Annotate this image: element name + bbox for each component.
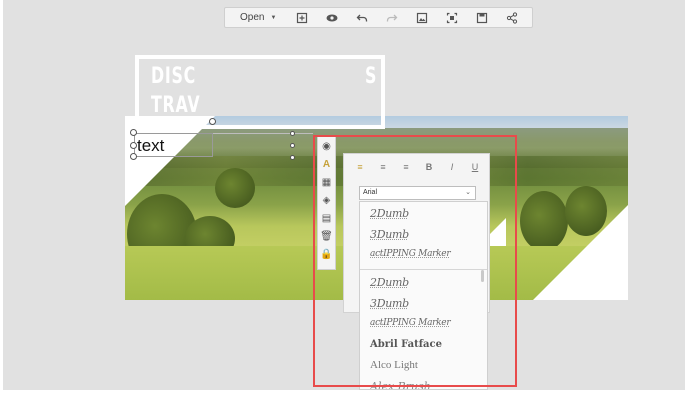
italic-button[interactable]: I (442, 162, 462, 172)
save-button[interactable] (467, 8, 497, 27)
side-tool-panel: ◉ A ▦ ◈ ▤ 🗑 🔒 (317, 136, 336, 270)
trash-icon: 🗑 (320, 230, 333, 242)
top-toolbar: Open ▼ (224, 7, 533, 28)
selection-border (134, 156, 213, 157)
save-icon (476, 12, 488, 23)
white-corner-shape[interactable] (533, 205, 628, 300)
crop-icon (446, 12, 458, 23)
circle-fill-icon: ◉ (322, 140, 331, 152)
format-buttons-row: ≡ ≡ ≡ B I U (350, 159, 485, 175)
title-line-2[interactable]: TRAV (151, 93, 200, 118)
share-icon (506, 11, 518, 24)
share-button[interactable] (497, 8, 527, 27)
add-page-button[interactable] (287, 8, 317, 27)
redo-button[interactable] (377, 8, 407, 27)
underline-button[interactable]: U (465, 162, 485, 172)
font-option[interactable]: Abril Fatface (370, 339, 442, 350)
font-option[interactable]: Alco Light (370, 359, 418, 371)
align-right-button[interactable]: ≡ (396, 162, 416, 172)
undo-icon (356, 14, 368, 21)
selection-border (134, 133, 213, 134)
font-dropdown-list[interactable]: 2Dumb 3Dumb actIPPING Marker 2Dumb 3Dumb… (359, 201, 488, 390)
pattern-tool-button[interactable]: ▦ (318, 173, 335, 191)
font-select-value: Arial (363, 189, 378, 196)
text-element[interactable]: text (137, 136, 164, 156)
font-a-icon: A (322, 158, 331, 170)
crop-button[interactable] (437, 8, 467, 27)
dropdown-caret-icon: ▼ (270, 14, 277, 21)
font-option-recent[interactable]: actIPPING Marker (370, 249, 451, 259)
align-left-button[interactable]: ≡ (350, 162, 370, 172)
align-center-button[interactable]: ≡ (373, 162, 393, 172)
redo-icon (386, 14, 398, 21)
font-option-recent[interactable]: 2Dumb (370, 207, 409, 220)
resize-handle[interactable] (130, 129, 137, 136)
lock-icon: 🔒 (320, 248, 333, 260)
preview-eye-icon (326, 14, 338, 21)
font-option[interactable]: actIPPING Marker (370, 318, 451, 328)
font-option-recent[interactable]: 3Dumb (370, 228, 409, 241)
rotate-handle[interactable] (290, 143, 295, 148)
font-option[interactable]: Alex Brush (370, 380, 431, 389)
editor-stage: Open ▼ DISC TRAV S text ◉ A ▦ ◈ ▤ 🗑 🔒 ≡ … (3, 0, 685, 390)
undo-button[interactable] (347, 8, 377, 27)
image-button[interactable] (407, 8, 437, 27)
bold-button[interactable]: B (419, 162, 439, 172)
delete-tool-button[interactable]: 🗑 (318, 227, 335, 245)
resize-handle[interactable] (209, 118, 216, 125)
open-menu[interactable]: Open ▼ (225, 8, 287, 27)
layers-icon: ◈ (322, 194, 331, 206)
rotate-handle[interactable] (290, 155, 295, 160)
resize-handle[interactable] (130, 142, 137, 149)
font-option[interactable]: 2Dumb (370, 276, 409, 289)
tree (215, 168, 255, 208)
title-line-1[interactable]: DISC (151, 64, 196, 89)
font-family-select[interactable]: Arial ⌄ (359, 186, 476, 200)
font-list-divider (360, 269, 487, 270)
preview-button[interactable] (317, 8, 347, 27)
add-page-icon (296, 12, 308, 23)
white-corner-shape[interactable] (125, 116, 215, 206)
open-label: Open (240, 12, 265, 23)
font-tool-button[interactable]: A (318, 155, 335, 173)
rotate-handle[interactable] (290, 131, 295, 136)
pattern-icon: ▦ (321, 176, 332, 188)
fill-tool-button[interactable]: ◉ (318, 137, 335, 155)
document-tool-button[interactable]: ▤ (318, 209, 335, 227)
selection-border (212, 133, 213, 157)
font-list-scrollbar[interactable] (481, 270, 484, 282)
selection-guide (213, 133, 313, 134)
resize-handle[interactable] (130, 153, 137, 160)
title-line-1-end[interactable]: S (365, 64, 377, 89)
chevron-down-icon: ⌄ (465, 189, 471, 196)
layers-tool-button[interactable]: ◈ (318, 191, 335, 209)
image-icon (416, 12, 428, 23)
document-icon: ▤ (321, 212, 332, 224)
lock-tool-button[interactable]: 🔒 (318, 245, 335, 263)
font-option[interactable]: 3Dumb (370, 297, 409, 310)
